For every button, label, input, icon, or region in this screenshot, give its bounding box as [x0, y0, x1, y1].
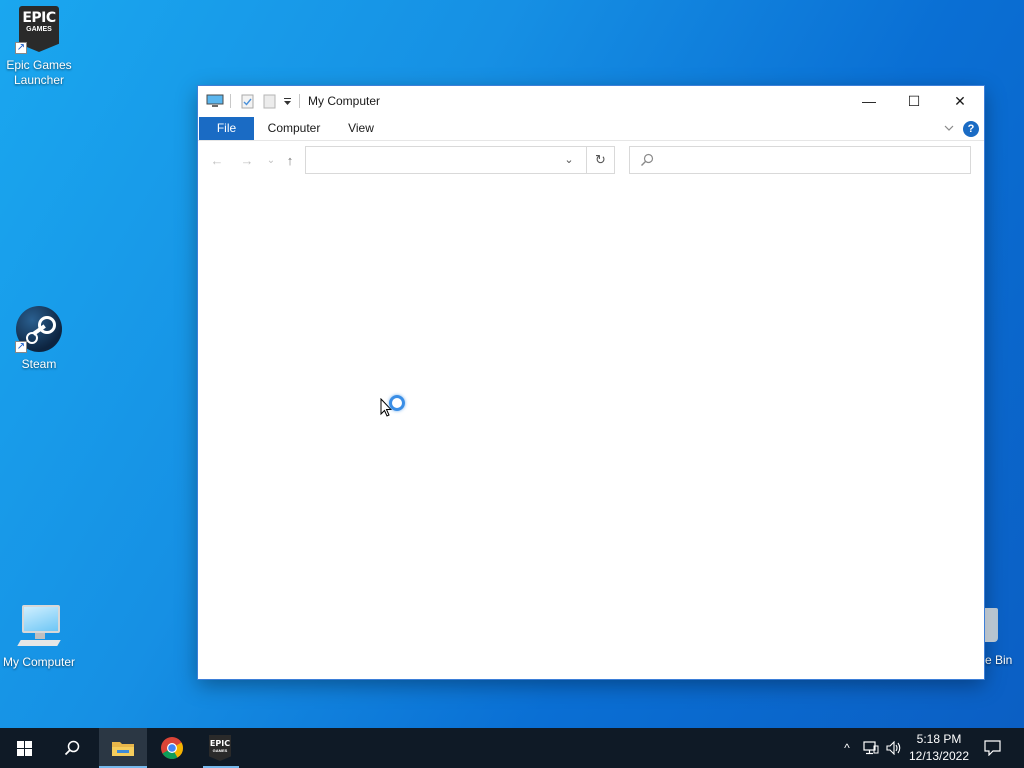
- desktop-icon-steam[interactable]: ↗ Steam: [0, 305, 78, 372]
- search-icon: [64, 740, 80, 756]
- chrome-icon: [161, 737, 183, 759]
- search-icon: [641, 153, 654, 166]
- show-hidden-icons-button[interactable]: ^: [837, 728, 857, 768]
- file-explorer-window: My Computer — ☐ ✕ File Computer View ? ←…: [198, 86, 984, 679]
- desktop-icon-label: e Bin: [985, 653, 1013, 667]
- taskbar-chrome[interactable]: [148, 728, 196, 768]
- steam-icon: ↗: [15, 305, 63, 353]
- tab-computer[interactable]: Computer: [262, 117, 326, 140]
- notification-icon: [984, 740, 1001, 756]
- tab-view[interactable]: View: [338, 117, 384, 140]
- up-button[interactable]: ↑: [281, 153, 299, 169]
- expand-ribbon-icon[interactable]: [944, 125, 954, 132]
- shortcut-arrow-icon: ↗: [15, 42, 27, 54]
- chevron-down-icon[interactable]: ⌄: [554, 147, 584, 173]
- new-folder-icon[interactable]: [263, 94, 276, 109]
- epic-logo-text: EPIC: [22, 10, 56, 26]
- epic-games-icon: EPIC GAMES ↗: [15, 6, 63, 54]
- recent-locations-button[interactable]: ⌄: [262, 153, 280, 169]
- clock-date: 12/13/2022: [908, 749, 970, 763]
- address-bar[interactable]: ⌄ ↻: [305, 146, 615, 174]
- epic-logo-subtext: GAMES: [212, 748, 228, 753]
- file-list-area[interactable]: [198, 182, 984, 679]
- epic-logo-text: EPIC: [209, 739, 231, 748]
- computer-icon: [206, 94, 224, 107]
- shortcut-arrow-icon: ↗: [15, 341, 27, 353]
- window-title: My Computer: [308, 94, 381, 108]
- epic-games-icon: EPIC GAMES: [209, 735, 231, 761]
- ribbon-tabs: File Computer View ?: [198, 117, 984, 141]
- folder-icon: [112, 742, 134, 756]
- search-button[interactable]: [48, 728, 96, 768]
- navigation-bar: ← → ⌄ ↑ ⌄ ↻: [198, 141, 984, 181]
- desktop-icon-label: Steam: [21, 357, 57, 371]
- separator: [230, 94, 231, 108]
- tab-file[interactable]: File: [199, 117, 254, 140]
- start-button[interactable]: [0, 728, 48, 768]
- taskbar-epic-games[interactable]: EPIC GAMES: [197, 728, 245, 768]
- close-button[interactable]: ✕: [937, 86, 983, 116]
- taskbar-clock[interactable]: 5:18 PM 12/13/2022: [906, 731, 972, 765]
- help-icon[interactable]: ?: [963, 121, 979, 137]
- desktop-icon-epic-games-launcher[interactable]: EPIC GAMES ↗ Epic Games Launcher: [0, 6, 78, 88]
- taskbar: EPIC GAMES ^ 5:18 PM 12/13/2022: [0, 728, 1024, 768]
- epic-logo-subtext: GAMES: [26, 26, 52, 33]
- action-center-button[interactable]: [978, 728, 1006, 768]
- desktop-icon-my-computer[interactable]: My Computer: [0, 603, 78, 670]
- minimize-button[interactable]: —: [846, 86, 892, 116]
- title-bar[interactable]: My Computer — ☐ ✕: [198, 86, 984, 116]
- desktop-icon-label: Epic Games: [6, 58, 72, 72]
- refresh-button[interactable]: ↻: [586, 146, 615, 174]
- computer-icon: [15, 603, 63, 651]
- desktop-icon-label: My Computer: [2, 655, 76, 669]
- busy-spinner-icon: [389, 395, 405, 411]
- clock-time: 5:18 PM: [916, 732, 962, 746]
- desktop-icon-label: Launcher: [13, 73, 65, 87]
- back-button[interactable]: ←: [208, 153, 226, 169]
- taskbar-file-explorer[interactable]: [99, 728, 147, 768]
- network-icon[interactable]: [860, 728, 882, 768]
- volume-icon[interactable]: [883, 728, 905, 768]
- maximize-button[interactable]: ☐: [891, 86, 937, 116]
- forward-button[interactable]: →: [238, 153, 256, 169]
- properties-icon[interactable]: [241, 94, 254, 109]
- windows-logo-icon: [17, 741, 33, 757]
- customize-toolbar-icon[interactable]: [283, 98, 292, 106]
- search-input[interactable]: [629, 146, 971, 174]
- separator: [299, 94, 300, 108]
